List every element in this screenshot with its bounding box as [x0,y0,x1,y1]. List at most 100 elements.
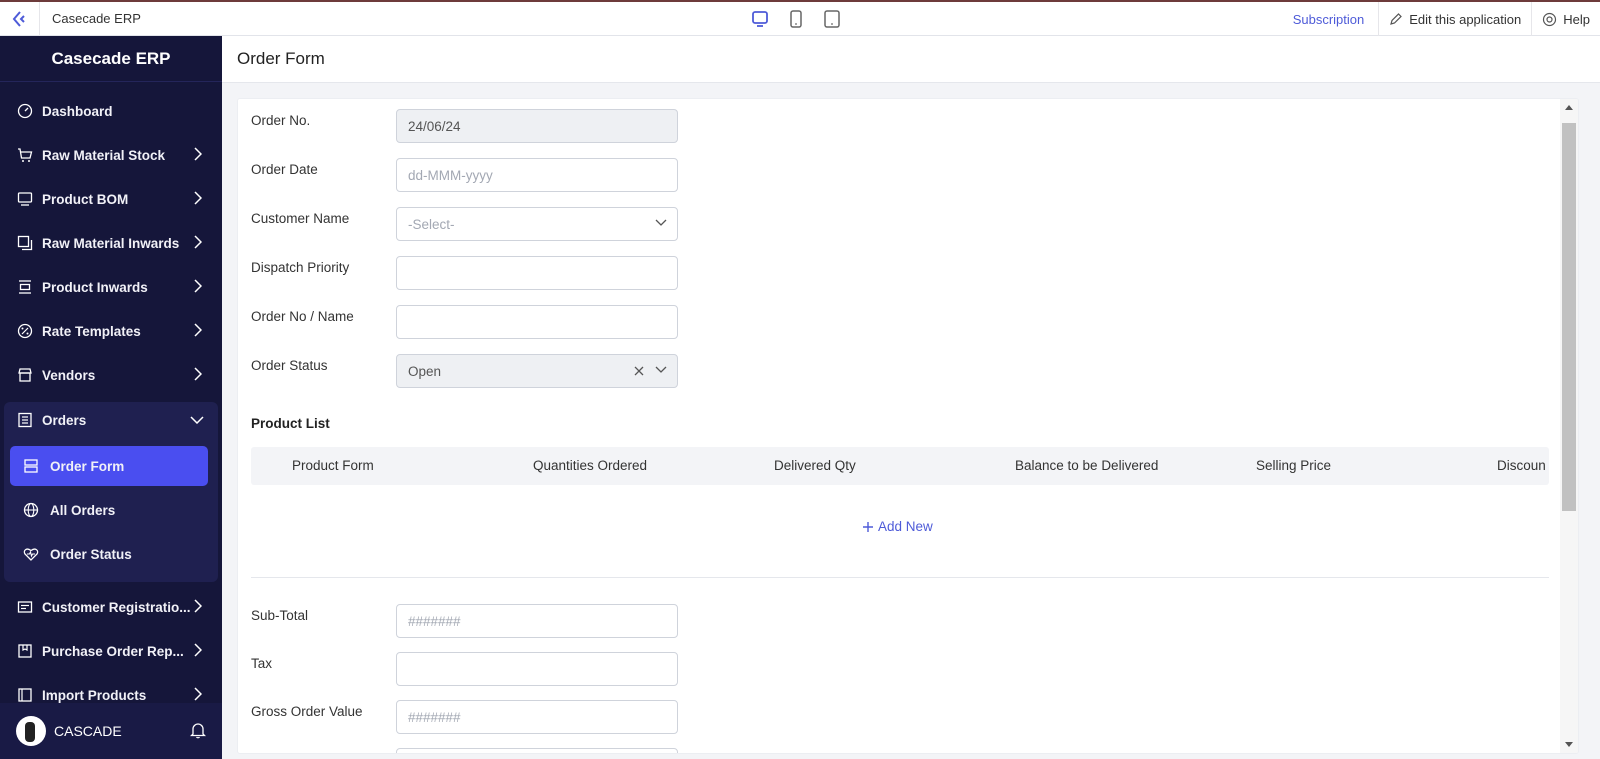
order-date-input[interactable] [408,167,677,183]
order-no-field[interactable]: 24/06/24 [396,109,678,143]
sidebar-subitem-order-form[interactable]: Order Form [10,446,208,486]
sidebar-item-label: Rate Templates [42,323,141,339]
scroll-down-icon [1565,742,1573,747]
dispatch-priority-label: Dispatch Priority [251,260,350,275]
package-icon [16,642,34,660]
sidebar: Casecade ERP Dashboard Raw Material Stoc… [0,36,222,759]
sidebar-item-raw-material-stock[interactable]: Raw Material Stock [0,135,222,175]
dispatch-priority-field[interactable] [396,256,678,290]
sidebar-item-product-inwards[interactable]: Product Inwards [0,267,222,307]
desktop-view-icon[interactable] [750,8,770,30]
order-form-card: Order No. 24/06/24 Order Date Customer N… [237,98,1579,754]
add-new-button[interactable]: Add New [862,519,933,534]
order-status-select[interactable]: Open [396,354,678,388]
gross-order-value-field[interactable] [396,700,678,734]
chevron-right-icon [194,643,202,657]
column-header: Balance to be Delivered [1015,458,1159,473]
app-logo-icon[interactable] [0,1,40,36]
sidebar-item-label: Orders [42,412,87,428]
gross-order-value-label: Gross Order Value [251,704,363,719]
sidebar-item-dashboard[interactable]: Dashboard [0,91,222,131]
sidebar-item-product-bom[interactable]: Product BOM [0,179,222,219]
tax-field[interactable] [396,652,678,686]
sidebar-item-label: Raw Material Stock [42,147,166,163]
sidebar-item-label: Dashboard [42,103,113,119]
chevron-down-icon [190,416,204,424]
sidebar-subitem-all-orders[interactable]: All Orders [10,490,208,530]
order-no-value: 24/06/24 [408,118,461,134]
customer-name-select[interactable]: -Select- [396,207,678,241]
sidebar-item-label: Product BOM [42,191,129,207]
order-no-label: Order No. [251,113,311,128]
column-header: Quantities Ordered [533,458,648,473]
scroll-up-icon [1565,105,1573,110]
sidebar-item-rate-templates[interactable]: Rate Templates [0,311,222,351]
device-preview-switcher [750,8,842,30]
chevron-right-icon [194,323,202,337]
sidebar-footer: CASCADE [0,703,222,759]
add-new-label: Add New [878,519,933,534]
sidebar-item-customer-registration[interactable]: Customer Registratio... [0,587,222,627]
account-name: CASCADE [54,723,122,739]
sidebar-item-label: Import Products [42,687,147,703]
plus-icon [863,521,873,532]
avatar[interactable] [16,716,46,746]
percent-icon [16,322,34,340]
chevron-right-icon [194,279,202,293]
order-status-value: Open [408,363,442,379]
subtotal-input[interactable] [408,613,677,629]
subtotal-label: Sub-Total [251,608,309,623]
gross-order-value-input[interactable] [408,709,677,725]
order-name-input[interactable] [408,314,677,330]
sidebar-item-label: Vendors [42,367,96,383]
tax-input[interactable] [408,661,677,677]
order-date-field[interactable] [396,158,678,192]
chevron-right-icon [194,687,202,701]
sidebar-item-raw-material-inwards[interactable]: Raw Material Inwards [0,223,222,263]
id-card-icon [16,598,34,616]
help-button[interactable]: Help [1531,2,1600,36]
top-bar: Casecade ERP Subscription Edit this appl… [0,0,1600,36]
chevron-down-icon [655,366,667,373]
list-icon [16,411,34,429]
subtotal-field[interactable] [396,604,678,638]
chevron-right-icon [194,367,202,381]
page-title: Order Form [222,36,1600,83]
product-table-header: Product Form Quantities Ordered Delivere… [251,447,1549,485]
edit-application-label: Edit this application [1409,11,1522,27]
sidebar-subitem-label: Order Status [50,546,132,562]
order-name-label: Order No / Name [251,309,354,324]
sidebar-item-vendors[interactable]: Vendors [0,355,222,395]
chevron-right-icon [194,235,202,249]
tax-label: Tax [251,656,273,671]
sidebar-item-purchase-order-report[interactable]: Purchase Order Rep... [0,631,222,671]
import-icon [16,686,34,704]
tablet-view-icon[interactable] [822,8,842,30]
sidebar-item-label: Raw Material Inwards [42,235,180,251]
scrollbar-thumb[interactable] [1562,123,1576,511]
dashboard-icon [16,102,34,120]
globe-icon [22,501,40,519]
chevron-down-icon [655,219,667,226]
order-name-field[interactable] [396,305,678,339]
column-header: Selling Price [1256,458,1332,473]
help-icon [1543,12,1557,26]
subscription-link[interactable]: Subscription [1279,2,1379,36]
order-date-label: Order Date [251,162,318,177]
pencil-icon [1390,13,1403,25]
product-list-title: Product List [251,416,330,431]
order-status-label: Order Status [251,358,328,373]
customer-name-label: Customer Name [251,211,350,226]
chevron-right-icon [194,191,202,205]
next-field-partial[interactable] [396,748,678,753]
sidebar-subitem-order-status[interactable]: Order Status [10,534,208,574]
column-header: Product Form [292,458,374,473]
cart-icon [16,146,34,164]
edit-application-button[interactable]: Edit this application [1378,2,1531,36]
dispatch-priority-input[interactable] [408,265,677,281]
sidebar-brand: Casecade ERP [0,36,222,82]
mobile-view-icon[interactable] [786,8,806,30]
sidebar-item-orders[interactable]: Orders [0,400,222,440]
scrollbar[interactable] [1560,99,1578,753]
sidebar-subitem-label: All Orders [50,502,116,518]
